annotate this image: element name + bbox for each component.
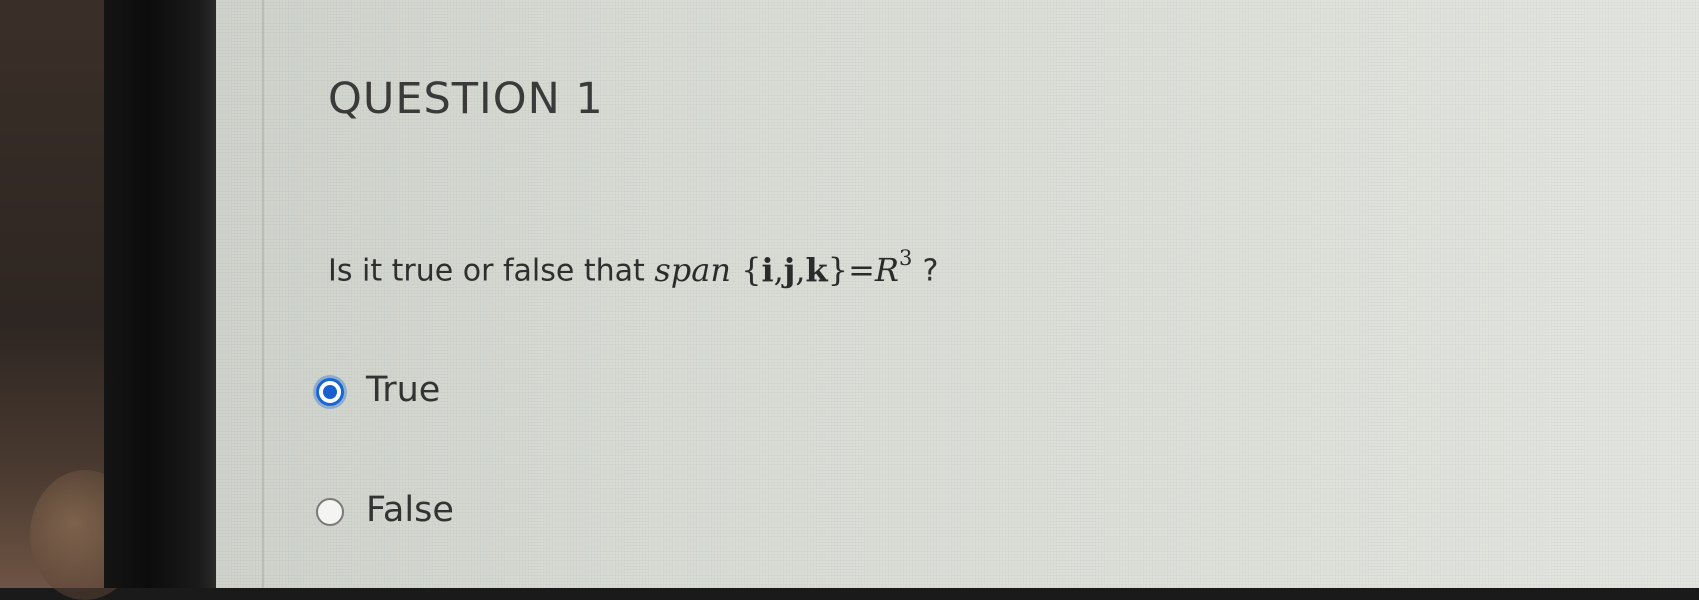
page-divider: [262, 0, 264, 588]
math-equals: =: [848, 250, 875, 289]
math-separator: ,: [773, 250, 784, 289]
question-prompt: Is it true or false that span {i,j,k}=R3…: [328, 246, 939, 289]
option-false[interactable]: False: [316, 490, 454, 530]
math-space: R: [874, 250, 899, 289]
math-vector-k: k: [805, 250, 828, 289]
radio-button-true[interactable]: [316, 378, 344, 406]
monitor-bezel: [104, 0, 216, 588]
math-vector-i: i: [761, 250, 774, 289]
radio-button-false[interactable]: [316, 498, 344, 526]
math-open-brace: {: [741, 250, 762, 289]
question-title: QUESTION 1: [328, 74, 604, 124]
math-vector-j: j: [783, 250, 796, 289]
option-label-false: False: [366, 490, 454, 530]
prompt-suffix: ?: [922, 253, 939, 289]
math-exponent: 3: [898, 246, 913, 270]
math-func: span: [654, 250, 731, 289]
math-close-brace: }: [827, 250, 849, 289]
math-separator: ,: [795, 250, 806, 289]
option-true[interactable]: True: [316, 370, 440, 410]
option-label-true: True: [366, 370, 441, 410]
quiz-page: QUESTION 1 Is it true or false that span…: [216, 0, 1699, 588]
math-expression: span {i,j,k}=R3: [654, 246, 922, 289]
prompt-prefix: Is it true or false that: [328, 253, 655, 289]
